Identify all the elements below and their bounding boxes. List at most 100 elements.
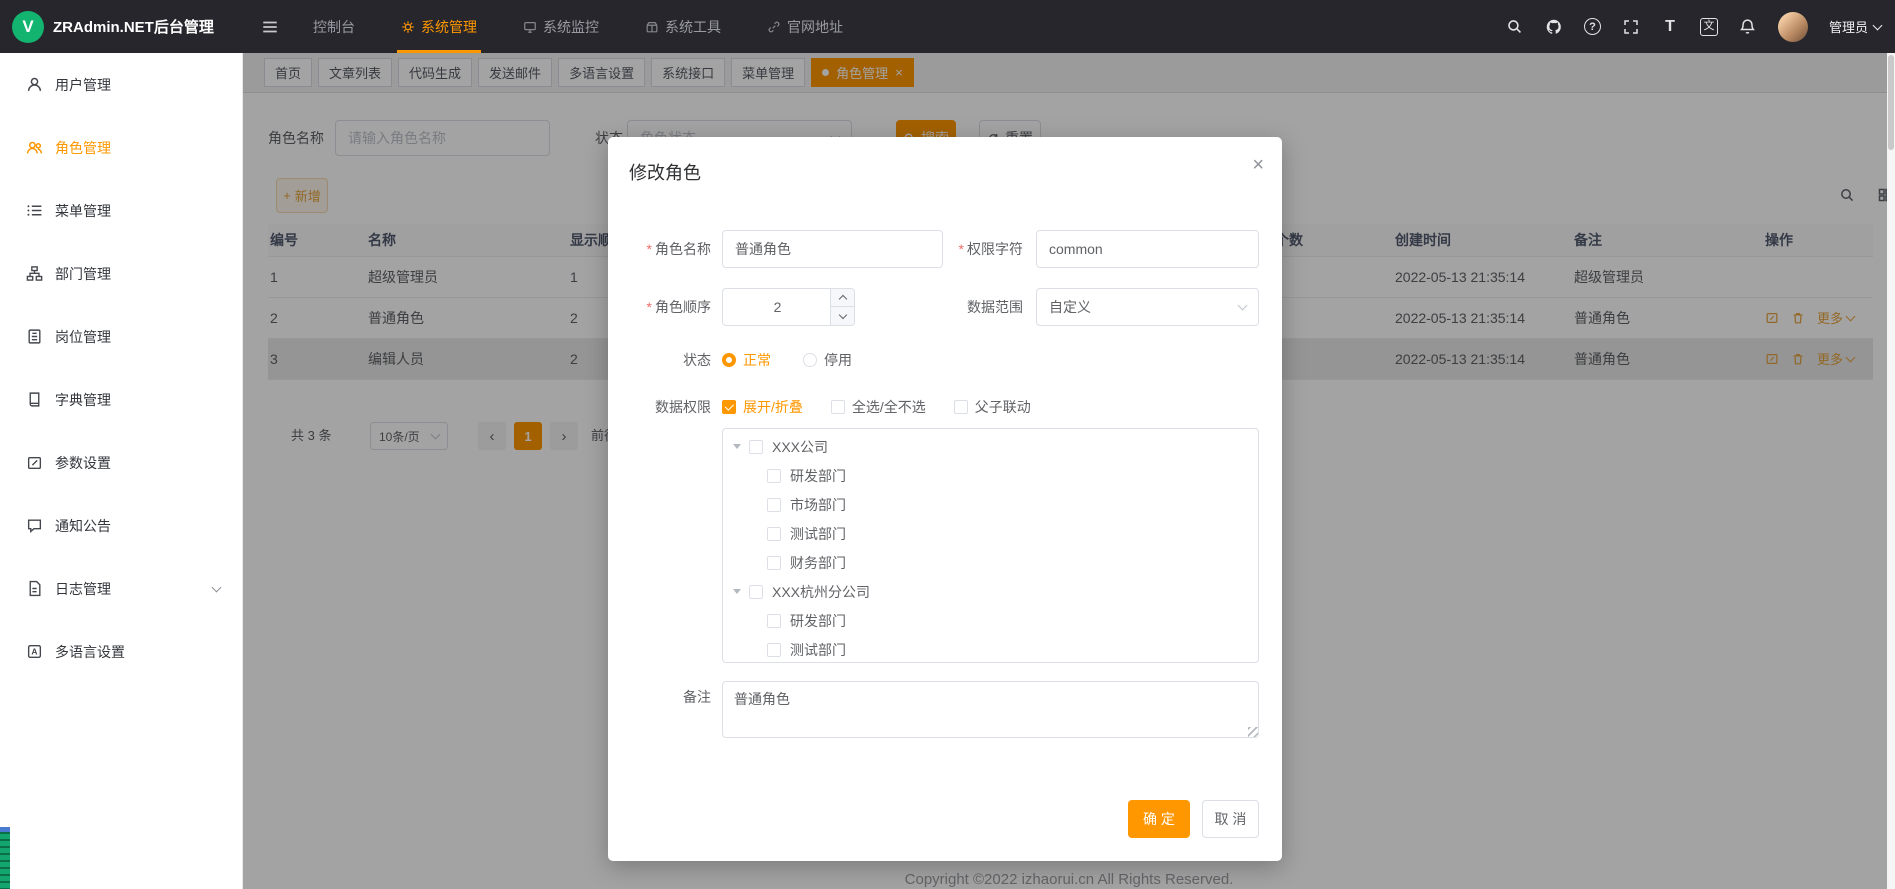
- radio-icon: [722, 353, 736, 367]
- chevron-down-icon: [212, 582, 222, 592]
- language-icon[interactable]: 文: [1700, 18, 1718, 36]
- expand-collapse-checkbox[interactable]: 展开/折叠: [722, 397, 803, 417]
- parent-child-link-checkbox[interactable]: 父子联动: [954, 397, 1031, 417]
- chevron-down-icon: [838, 311, 846, 319]
- logo: V ZRAdmin.NET后台管理: [0, 0, 243, 53]
- nav-label: 控制台: [313, 17, 355, 37]
- org-tree-icon: [26, 265, 43, 282]
- help-icon[interactable]: ?: [1584, 18, 1601, 35]
- user-menu[interactable]: 管理员: [1829, 17, 1881, 36]
- increase-button[interactable]: [831, 289, 854, 307]
- tree-node-label: XXX公司: [772, 437, 828, 457]
- required-mark: *: [959, 241, 964, 257]
- role-order-stepper[interactable]: 2: [722, 288, 855, 326]
- checkbox-icon[interactable]: [767, 469, 781, 483]
- sidebar-item-menus[interactable]: 菜单管理: [0, 179, 242, 242]
- badge-icon: [26, 328, 43, 345]
- tree-node[interactable]: 财务部门: [723, 548, 1258, 577]
- decrease-button[interactable]: [831, 307, 854, 325]
- checkbox-icon: [722, 400, 736, 414]
- tree-node[interactable]: XXX公司: [723, 432, 1258, 461]
- nav-item-console[interactable]: 控制台: [309, 0, 359, 53]
- sidebar-item-parameters[interactable]: 参数设置: [0, 431, 242, 494]
- data-scope-select[interactable]: 自定义: [1036, 288, 1259, 326]
- avatar[interactable]: [1778, 12, 1808, 42]
- cancel-button[interactable]: 取 消: [1202, 800, 1259, 838]
- menu-list-icon: [26, 202, 43, 219]
- role-name-label: *角色名称: [625, 230, 711, 268]
- document-icon: [26, 580, 43, 597]
- nav-item-system-monitor[interactable]: 系统监控: [519, 0, 603, 53]
- nav-item-system-admin[interactable]: 系统管理: [397, 0, 481, 53]
- tree-node[interactable]: 研发部门: [723, 461, 1258, 490]
- checkbox-icon: [831, 400, 845, 414]
- sidebar-item-logs[interactable]: 日志管理: [0, 557, 242, 620]
- checkbox-icon[interactable]: [749, 585, 763, 599]
- roles-icon: [26, 139, 43, 156]
- tree-node-label: 研发部门: [790, 611, 846, 631]
- tree-node-label: XXX杭州分公司: [772, 582, 870, 602]
- data-perm-label: 数据权限: [625, 388, 711, 426]
- caret-down-icon[interactable]: [733, 589, 741, 594]
- logo-letter: V: [22, 17, 33, 37]
- required-mark: *: [647, 299, 652, 315]
- sidebar-item-i18n[interactable]: A 多语言设置: [0, 620, 242, 683]
- user-icon: [26, 76, 43, 93]
- nav-item-website[interactable]: 官网地址: [763, 0, 847, 53]
- data-scope-value: 自定义: [1049, 297, 1091, 317]
- select-all-checkbox[interactable]: 全选/全不选: [831, 397, 926, 417]
- edit-square-icon: [26, 454, 43, 471]
- scrollbar-thumb[interactable]: [1888, 55, 1894, 150]
- search-icon[interactable]: [1506, 18, 1524, 36]
- sidebar-item-notices[interactable]: 通知公告: [0, 494, 242, 557]
- fullscreen-icon[interactable]: [1622, 18, 1640, 36]
- translate-icon: A: [26, 643, 43, 660]
- tree-node[interactable]: XXX杭州分公司: [723, 577, 1258, 606]
- checkbox-icon[interactable]: [767, 556, 781, 570]
- tree-node[interactable]: 研发部门: [723, 606, 1258, 635]
- sidebar-item-dictionary[interactable]: 字典管理: [0, 368, 242, 431]
- sidebar-item-label: 用户管理: [55, 75, 111, 95]
- perm-char-label: *权限字符: [945, 230, 1023, 268]
- status-radio-group: 正常 停用: [722, 346, 852, 374]
- radio-normal[interactable]: 正常: [722, 350, 771, 370]
- github-icon[interactable]: [1545, 18, 1563, 36]
- checkbox-icon[interactable]: [767, 527, 781, 541]
- radio-icon: [803, 353, 817, 367]
- sidebar-item-label: 部门管理: [55, 264, 111, 284]
- checkbox-icon[interactable]: [767, 614, 781, 628]
- checkbox-icon[interactable]: [767, 498, 781, 512]
- permission-tree: XXX公司 研发部门 市场部门 测试部门 财务部门 XXX杭州分公司: [722, 428, 1259, 663]
- radio-disabled[interactable]: 停用: [803, 350, 852, 370]
- stepper-controls: [830, 289, 854, 325]
- sidebar-item-label: 多语言设置: [55, 642, 125, 662]
- tree-node[interactable]: 测试部门: [723, 635, 1258, 663]
- sidebar-item-posts[interactable]: 岗位管理: [0, 305, 242, 368]
- remark-textarea[interactable]: 普通角色: [722, 681, 1259, 738]
- required-mark: *: [647, 241, 652, 257]
- checkbox-icon[interactable]: [767, 643, 781, 657]
- top-nav: 控制台 系统管理 系统监控 系统工具: [309, 0, 885, 53]
- nav-item-system-tools[interactable]: 系统工具: [641, 0, 725, 53]
- hamburger-icon[interactable]: [261, 18, 279, 36]
- tree-node-label: 测试部门: [790, 524, 846, 544]
- perm-char-field[interactable]: [1036, 230, 1259, 268]
- dialog-title: 修改角色: [629, 159, 701, 185]
- font-size-icon[interactable]: T: [1661, 18, 1679, 36]
- sidebar-item-users[interactable]: 用户管理: [0, 53, 242, 116]
- sidebar-item-label: 日志管理: [55, 579, 111, 599]
- sidebar-item-departments[interactable]: 部门管理: [0, 242, 242, 305]
- close-icon[interactable]: ×: [1252, 155, 1264, 175]
- checkbox-icon[interactable]: [749, 440, 763, 454]
- radio-label: 正常: [743, 350, 771, 370]
- role-name-field[interactable]: [722, 230, 943, 268]
- confirm-button[interactable]: 确 定: [1128, 800, 1190, 838]
- caret-down-icon[interactable]: [733, 444, 741, 449]
- sidebar-item-roles[interactable]: 角色管理: [0, 116, 242, 179]
- edit-role-dialog: 修改角色 × *角色名称 *权限字符 *角色顺序 2 数据范围 自定义 状态 正…: [608, 137, 1282, 861]
- corner-widget: [0, 827, 10, 889]
- tree-node[interactable]: 市场部门: [723, 490, 1258, 519]
- bell-icon[interactable]: [1739, 18, 1757, 36]
- chevron-down-icon: [1238, 300, 1248, 310]
- tree-node[interactable]: 测试部门: [723, 519, 1258, 548]
